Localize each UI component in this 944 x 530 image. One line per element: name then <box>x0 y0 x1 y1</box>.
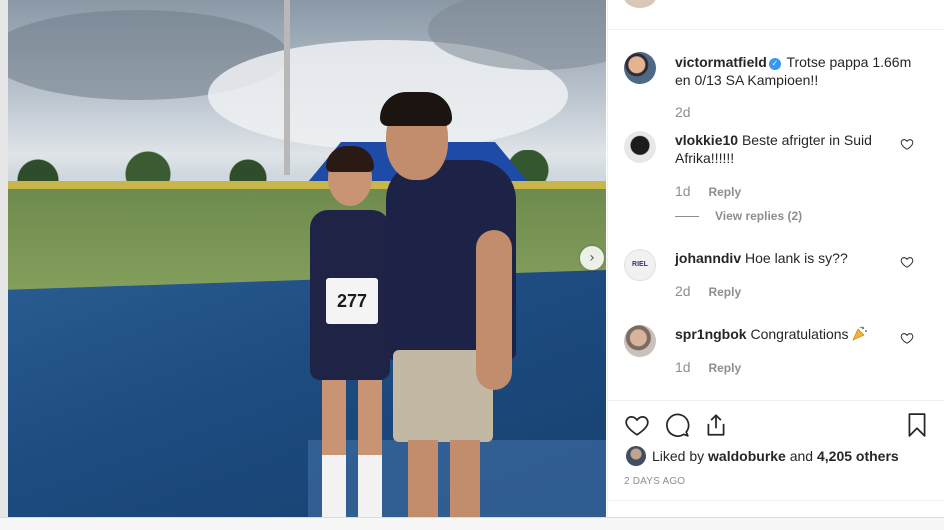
heart-icon[interactable] <box>900 255 914 269</box>
reply-button[interactable]: Reply <box>708 185 741 199</box>
heart-icon[interactable] <box>624 412 650 438</box>
avatar[interactable] <box>624 52 656 84</box>
caption: victormatfield ✓ Trotse pappa 1.66m en 0/… <box>675 53 915 89</box>
avatar[interactable] <box>626 446 646 466</box>
comment-text: Congratulations <box>750 326 849 342</box>
bookmark-icon[interactable] <box>904 412 930 438</box>
comment-text: Hoe lank is sy?? <box>745 250 848 266</box>
divider <box>608 29 944 30</box>
likes-prefix: Liked by <box>652 448 705 464</box>
comment-item: spr1ngbok Congratulations <box>675 325 915 343</box>
post-side-panel: victormatfield ✓ Trotse pappa 1.66m en 0/… <box>607 0 944 517</box>
post-timestamp[interactable]: 2 DAYS AGO <box>624 476 685 487</box>
comment-meta: 1d Reply <box>675 183 741 199</box>
view-replies-button[interactable]: View replies (2) <box>675 209 802 223</box>
avatar[interactable]: RIEL <box>624 249 656 281</box>
reply-button[interactable]: Reply <box>708 361 741 375</box>
caption-username[interactable]: victormatfield <box>675 54 767 70</box>
comment-age[interactable]: 2d <box>675 283 691 299</box>
photo-high-jump-bar <box>8 181 606 189</box>
photo-man-arm <box>476 230 512 390</box>
caption-meta: 2d <box>675 104 691 120</box>
divider <box>608 400 944 401</box>
comment-item: johanndiv Hoe lank is sy?? <box>675 249 915 267</box>
photo-girl-socks <box>322 455 382 517</box>
comment-username[interactable]: johanndiv <box>675 250 741 266</box>
share-icon[interactable] <box>703 412 729 438</box>
comment-meta: 1d Reply <box>675 359 741 375</box>
heart-icon[interactable] <box>900 331 914 345</box>
photo-light-pole <box>284 0 290 175</box>
comment-username[interactable]: spr1ngbok <box>675 326 747 342</box>
divider <box>608 500 944 501</box>
photo-girl-bib: 277 <box>326 278 378 324</box>
comment-icon[interactable] <box>664 412 690 438</box>
photo-bib-number: 277 <box>336 291 368 311</box>
avatar-logo: RIEL <box>632 261 648 268</box>
photo-man-legs <box>408 440 480 517</box>
avatar[interactable] <box>624 131 656 163</box>
reply-button[interactable]: Reply <box>708 285 741 299</box>
view-replies-label: View replies (2) <box>715 209 803 223</box>
header-avatar[interactable] <box>624 0 656 8</box>
comment-username[interactable]: vlokkie10 <box>675 132 738 148</box>
caption-age[interactable]: 2d <box>675 104 691 120</box>
likes-user-link[interactable]: waldoburke <box>708 448 786 464</box>
photo-man-hair <box>380 92 452 126</box>
comment-meta: 2d Reply <box>675 283 741 299</box>
verified-badge-icon: ✓ <box>768 58 781 70</box>
comment-age[interactable]: 1d <box>675 183 691 199</box>
party-popper-icon <box>852 326 868 341</box>
page-bottom-strip <box>0 517 944 530</box>
avatar[interactable] <box>624 325 656 357</box>
comment-item: vlokkie10 Beste afrigter in Suid Afrika!… <box>675 131 915 167</box>
heart-icon[interactable] <box>900 137 914 151</box>
likes-summary: Liked by waldoburke and 4,205 others <box>626 446 899 466</box>
likes-others-link[interactable]: 4,205 others <box>817 448 899 464</box>
divider <box>675 216 699 218</box>
post-photo[interactable]: 277 › <box>8 0 606 517</box>
comment-age[interactable]: 1d <box>675 359 691 375</box>
likes-and: and <box>789 448 814 464</box>
chevron-right-icon[interactable]: › <box>580 246 604 270</box>
page-left-edge <box>0 0 8 517</box>
